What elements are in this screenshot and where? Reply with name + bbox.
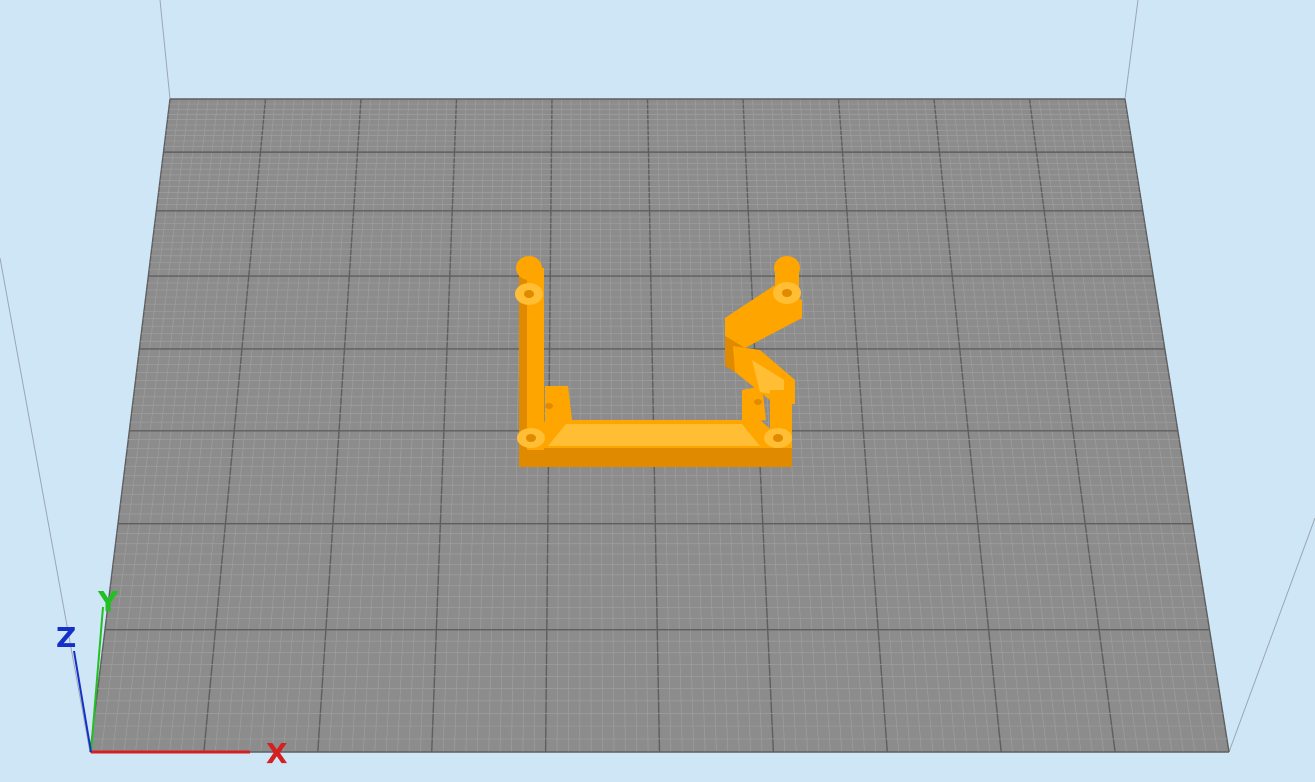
model-hole <box>524 290 534 298</box>
model-right-post-top <box>774 256 800 280</box>
y-axis-label: Y <box>97 585 119 618</box>
model-base-rail <box>548 424 760 446</box>
model-hole <box>545 403 553 409</box>
model-hole <box>526 434 536 442</box>
model-left-post-top <box>516 256 542 280</box>
model-hole <box>782 289 792 297</box>
model-base-side <box>519 448 792 467</box>
scene-canvas[interactable]: X Y Z <box>0 0 1315 782</box>
x-axis-label: X <box>266 737 288 770</box>
model-hole <box>754 399 762 405</box>
3d-viewport[interactable]: X Y Z <box>0 0 1315 782</box>
z-axis-label: Z <box>56 621 76 654</box>
model-hole <box>773 434 783 442</box>
z-axis-line <box>73 650 92 753</box>
